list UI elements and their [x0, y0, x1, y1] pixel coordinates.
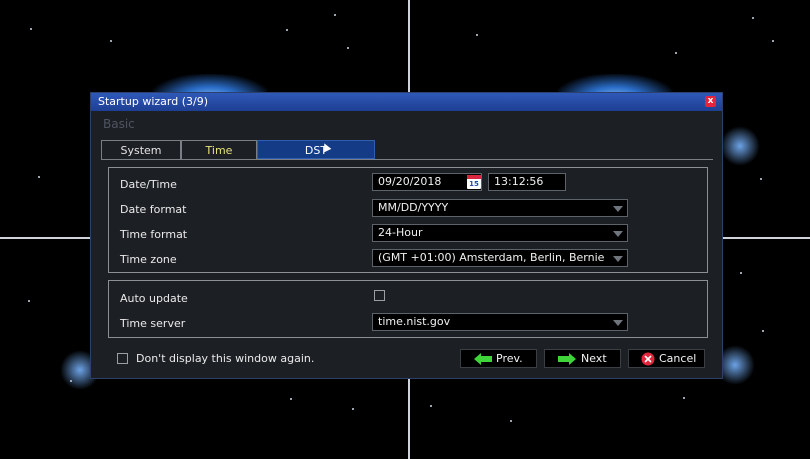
cancel-icon	[641, 352, 655, 366]
cancel-button[interactable]: Cancel	[628, 349, 705, 368]
time-field[interactable]: 13:12:56	[488, 173, 566, 191]
date-format-label: Date format	[120, 203, 187, 216]
dialog-title: Startup wizard (3/9)	[98, 95, 208, 108]
star	[38, 176, 40, 178]
time-server-label: Time server	[120, 317, 186, 330]
time-server-select[interactable]: time.nist.gov	[372, 313, 628, 331]
star	[772, 40, 774, 42]
star	[28, 300, 30, 302]
tab-time[interactable]: Time	[181, 140, 257, 159]
date-format-value: MM/DD/YYYY	[378, 201, 449, 214]
star	[286, 29, 288, 31]
star	[110, 40, 112, 42]
tab-dst[interactable]: DST	[257, 140, 375, 159]
star	[352, 408, 354, 410]
star	[430, 405, 432, 407]
star	[30, 28, 32, 30]
section-title: Basic	[103, 117, 135, 131]
star	[762, 330, 764, 332]
time-zone-select[interactable]: (GMT +01:00) Amsterdam, Berlin, Bernie	[372, 249, 628, 267]
date-value: 09/20/2018	[378, 175, 442, 188]
datetime-label: Date/Time	[120, 178, 177, 191]
dont-display-checkbox[interactable]	[117, 353, 128, 364]
prev-label: Prev.	[496, 352, 523, 365]
time-zone-label: Time zone	[120, 253, 177, 266]
time-format-select[interactable]: 24-Hour	[372, 224, 628, 242]
next-button[interactable]: Next	[544, 349, 621, 368]
cancel-label: Cancel	[659, 352, 697, 365]
star	[683, 397, 685, 399]
auto-update-checkbox[interactable]	[374, 290, 385, 301]
close-icon[interactable]: x	[705, 96, 716, 107]
arrow-right-icon	[558, 353, 576, 365]
planet-glow	[720, 126, 760, 166]
auto-update-label: Auto update	[120, 292, 188, 305]
dropdown-arrow-icon	[613, 320, 623, 326]
dropdown-arrow-icon	[613, 231, 623, 237]
arrow-left-icon	[474, 353, 492, 365]
dropdown-arrow-icon	[613, 256, 623, 262]
tab-divider	[101, 159, 713, 160]
dialog-titlebar: Startup wizard (3/9) x	[91, 93, 722, 111]
date-field[interactable]: 09/20/2018 15	[372, 173, 482, 191]
time-server-value: time.nist.gov	[378, 315, 451, 328]
startup-wizard-dialog: Startup wizard (3/9) x Basic System Time…	[90, 92, 723, 379]
time-value: 13:12:56	[494, 175, 544, 188]
star	[760, 178, 762, 180]
calendar-day: 15	[469, 180, 479, 188]
star	[290, 398, 292, 400]
prev-button[interactable]: Prev.	[460, 349, 537, 368]
star	[740, 272, 742, 274]
time-zone-value: (GMT +01:00) Amsterdam, Berlin, Bernie	[378, 251, 605, 264]
star	[752, 17, 754, 19]
star	[347, 47, 349, 49]
next-label: Next	[581, 352, 607, 365]
time-format-value: 24-Hour	[378, 226, 423, 239]
star	[510, 420, 512, 422]
date-format-select[interactable]: MM/DD/YYYY	[372, 199, 628, 217]
star	[675, 52, 677, 54]
star	[334, 14, 336, 16]
tab-system[interactable]: System	[101, 140, 181, 159]
time-format-label: Time format	[120, 228, 188, 241]
star	[476, 34, 478, 36]
calendar-icon[interactable]: 15	[467, 175, 481, 189]
dont-display-label: Don't display this window again.	[136, 352, 315, 365]
dropdown-arrow-icon	[613, 206, 623, 212]
